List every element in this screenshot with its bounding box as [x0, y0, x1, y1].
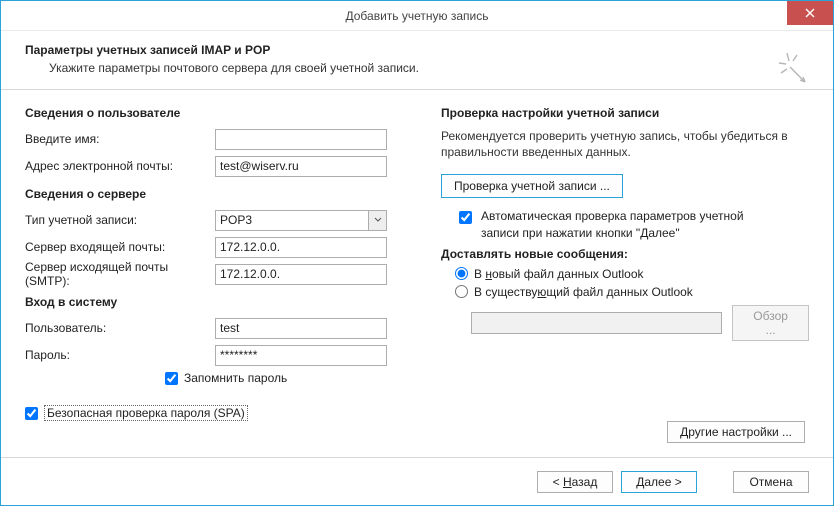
section-server-info: Сведения о сервере [25, 187, 415, 201]
email-label: Адрес электронной почты: [25, 159, 215, 173]
name-input[interactable] [215, 129, 387, 150]
window-title: Добавить учетную запись [346, 9, 489, 23]
titlebar: Добавить учетную запись [1, 1, 833, 31]
username-input[interactable] [215, 318, 387, 339]
deliver-existing-label: В существующий файл данных Outlook [474, 285, 693, 299]
dialog-add-account: Добавить учетную запись Параметры учетны… [0, 0, 834, 506]
section-login: Вход в систему [25, 295, 415, 309]
next-button[interactable]: Далее > [621, 471, 697, 493]
other-settings-button[interactable]: Другие настройки ... [667, 421, 805, 443]
incoming-server-input[interactable] [215, 237, 387, 258]
dropdown-arrow-icon [368, 211, 386, 230]
deliver-existing-radio[interactable] [455, 285, 468, 298]
password-label: Пароль: [25, 348, 215, 362]
account-type-value: POP3 [216, 211, 368, 230]
remember-password-label: Запомнить пароль [184, 371, 287, 385]
username-label: Пользователь: [25, 321, 215, 335]
spa-checkbox[interactable] [25, 407, 38, 420]
auto-check-label: Автоматическая проверка параметров учетн… [481, 208, 771, 240]
password-input[interactable] [215, 345, 387, 366]
deliver-new-label: В новый файл данных Outlook [474, 267, 644, 281]
cancel-button[interactable]: Отмена [733, 471, 809, 493]
cursor-decoration-icon [777, 49, 813, 94]
close-button[interactable] [787, 1, 833, 25]
remember-password-checkbox[interactable] [165, 372, 178, 385]
header-subtitle: Укажите параметры почтового сервера для … [49, 61, 809, 75]
existing-file-path-input [471, 312, 722, 334]
check-account-button[interactable]: Проверка учетной записи ... [441, 174, 623, 198]
outgoing-server-label: Сервер исходящей почты (SMTP): [25, 260, 215, 288]
header-title: Параметры учетных записей IMAP и POP [25, 43, 809, 57]
outgoing-server-input[interactable] [215, 264, 387, 285]
email-input[interactable] [215, 156, 387, 177]
account-type-select[interactable]: POP3 [215, 210, 387, 231]
footer: < Назад Далее > Отмена [1, 457, 833, 505]
right-column: Проверка настройки учетной записи Рекоме… [415, 106, 809, 457]
back-button[interactable]: < Назад [537, 471, 613, 493]
check-settings-title: Проверка настройки учетной записи [441, 106, 809, 120]
name-label: Введите имя: [25, 132, 215, 146]
left-column: Сведения о пользователе Введите имя: Адр… [25, 106, 415, 457]
spa-label: Безопасная проверка пароля (SPA) [44, 405, 248, 421]
account-type-label: Тип учетной записи: [25, 213, 215, 227]
deliver-new-radio[interactable] [455, 267, 468, 280]
body: Сведения о пользователе Введите имя: Адр… [1, 90, 833, 457]
check-settings-description: Рекомендуется проверить учетную запись, … [441, 128, 809, 160]
auto-check-checkbox[interactable] [459, 211, 472, 224]
deliver-title: Доставлять новые сообщения: [441, 247, 809, 261]
section-user-info: Сведения о пользователе [25, 106, 415, 120]
incoming-server-label: Сервер входящей почты: [25, 240, 215, 254]
header: Параметры учетных записей IMAP и POP Ука… [1, 31, 833, 90]
browse-button: Обзор ... [732, 305, 809, 341]
